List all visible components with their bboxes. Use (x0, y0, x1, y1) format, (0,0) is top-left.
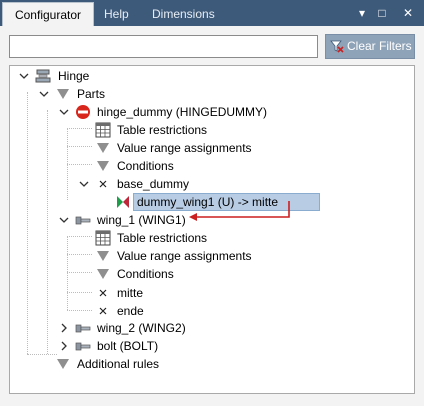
tree-node-base-dummy[interactable]: base_dummy (10, 175, 410, 193)
no-entry-icon (76, 105, 90, 119)
node-label-parts: Parts (77, 87, 106, 101)
pin-dropdown-icon[interactable]: ▾ (354, 5, 370, 21)
node-label-base-dummy: base_dummy (117, 177, 190, 191)
table-icon (95, 122, 111, 138)
tree-node-bolt[interactable]: bolt (BOLT) (10, 337, 410, 355)
rule-tree[interactable]: Hinge Parts hinge_dummy (HINGEDUMMY) Tab… (9, 65, 415, 394)
chevron-right-icon[interactable] (58, 337, 70, 355)
node-label-bolt: bolt (BOLT) (97, 339, 159, 353)
node-label-hinge-dummy: hinge_dummy (HINGEDUMMY) (97, 105, 268, 119)
node-label-wing-1: wing_1 (WING1) (97, 213, 186, 227)
part-icon (75, 324, 91, 333)
tab-configurator[interactable]: Configurator (2, 2, 94, 26)
tree-node-w1-value[interactable]: Value range assignments (10, 247, 410, 265)
cross-icon (99, 289, 107, 297)
chevron-down-icon[interactable] (58, 211, 70, 229)
node-label-hd-value: Value range assignments (117, 141, 252, 155)
part-icon (75, 342, 91, 351)
funnel-icon (97, 161, 109, 171)
tree-node-additional-rules[interactable]: Additional rules (10, 355, 410, 373)
node-label-wing-2: wing_2 (WING2) (97, 321, 186, 335)
chevron-down-icon[interactable] (18, 67, 30, 85)
node-label-mitte: mitte (117, 286, 144, 300)
dock-icon[interactable]: □ (374, 5, 390, 21)
search-input[interactable] (9, 35, 318, 58)
funnel-icon (57, 89, 69, 99)
cross-icon (99, 307, 107, 315)
tree-node-wing-1[interactable]: wing_1 (WING1) (10, 211, 410, 229)
tree-node-parts[interactable]: Parts (10, 85, 410, 103)
tab-help[interactable]: Help (104, 2, 129, 26)
funnel-icon (97, 251, 109, 261)
node-label-additional-rules: Additional rules (77, 357, 160, 371)
close-icon[interactable]: ✕ (400, 5, 416, 21)
filter-clear-icon (330, 40, 344, 53)
tree-node-dummy-wing1[interactable]: dummy_wing1 (U) -> mitte (10, 193, 410, 211)
tree-node-hd-conditions[interactable]: Conditions (10, 157, 410, 175)
tree-node-wing-2[interactable]: wing_2 (WING2) (10, 319, 410, 337)
node-label-w1-value: Value range assignments (117, 249, 252, 263)
clear-filters-button[interactable]: Clear Filters (325, 34, 415, 59)
node-label-dummy-wing1: dummy_wing1 (U) -> mitte (137, 195, 279, 209)
node-label-hinge: Hinge (58, 69, 90, 83)
funnel-icon (97, 269, 109, 279)
tree-node-hinge-dummy[interactable]: hinge_dummy (HINGEDUMMY) (10, 103, 410, 121)
node-label-ende: ende (117, 304, 144, 318)
node-label-hd-conditions: Conditions (117, 159, 174, 173)
chevron-down-icon[interactable] (38, 85, 50, 103)
tree-node-hd-value[interactable]: Value range assignments (10, 139, 410, 157)
tree-node-mitte[interactable]: mitte (10, 284, 410, 302)
mate-icon (117, 196, 129, 208)
clear-filters-label: Clear Filters (347, 39, 412, 53)
tab-strip: Configurator Help Dimensions ▾ □ ✕ (0, 0, 424, 26)
funnel-icon (97, 143, 109, 153)
chevron-down-icon[interactable] (58, 103, 70, 121)
chevron-down-icon[interactable] (78, 175, 90, 193)
tree-node-ende[interactable]: ende (10, 302, 410, 320)
tree-node-hd-table[interactable]: Table restrictions (10, 121, 410, 139)
tree-node-w1-conditions[interactable]: Conditions (10, 265, 410, 283)
assembly-icon (35, 69, 51, 83)
cross-icon (99, 180, 107, 188)
funnel-icon (57, 359, 69, 369)
tree-node-hinge[interactable]: Hinge (10, 67, 410, 85)
node-label-w1-conditions: Conditions (117, 267, 174, 281)
table-icon (95, 230, 111, 246)
part-icon (75, 216, 91, 225)
chevron-right-icon[interactable] (58, 319, 70, 337)
node-label-hd-table: Table restrictions (117, 123, 208, 137)
tab-dimensions[interactable]: Dimensions (152, 2, 215, 26)
tree-node-w1-table[interactable]: Table restrictions (10, 229, 410, 247)
node-label-w1-table: Table restrictions (117, 231, 208, 245)
